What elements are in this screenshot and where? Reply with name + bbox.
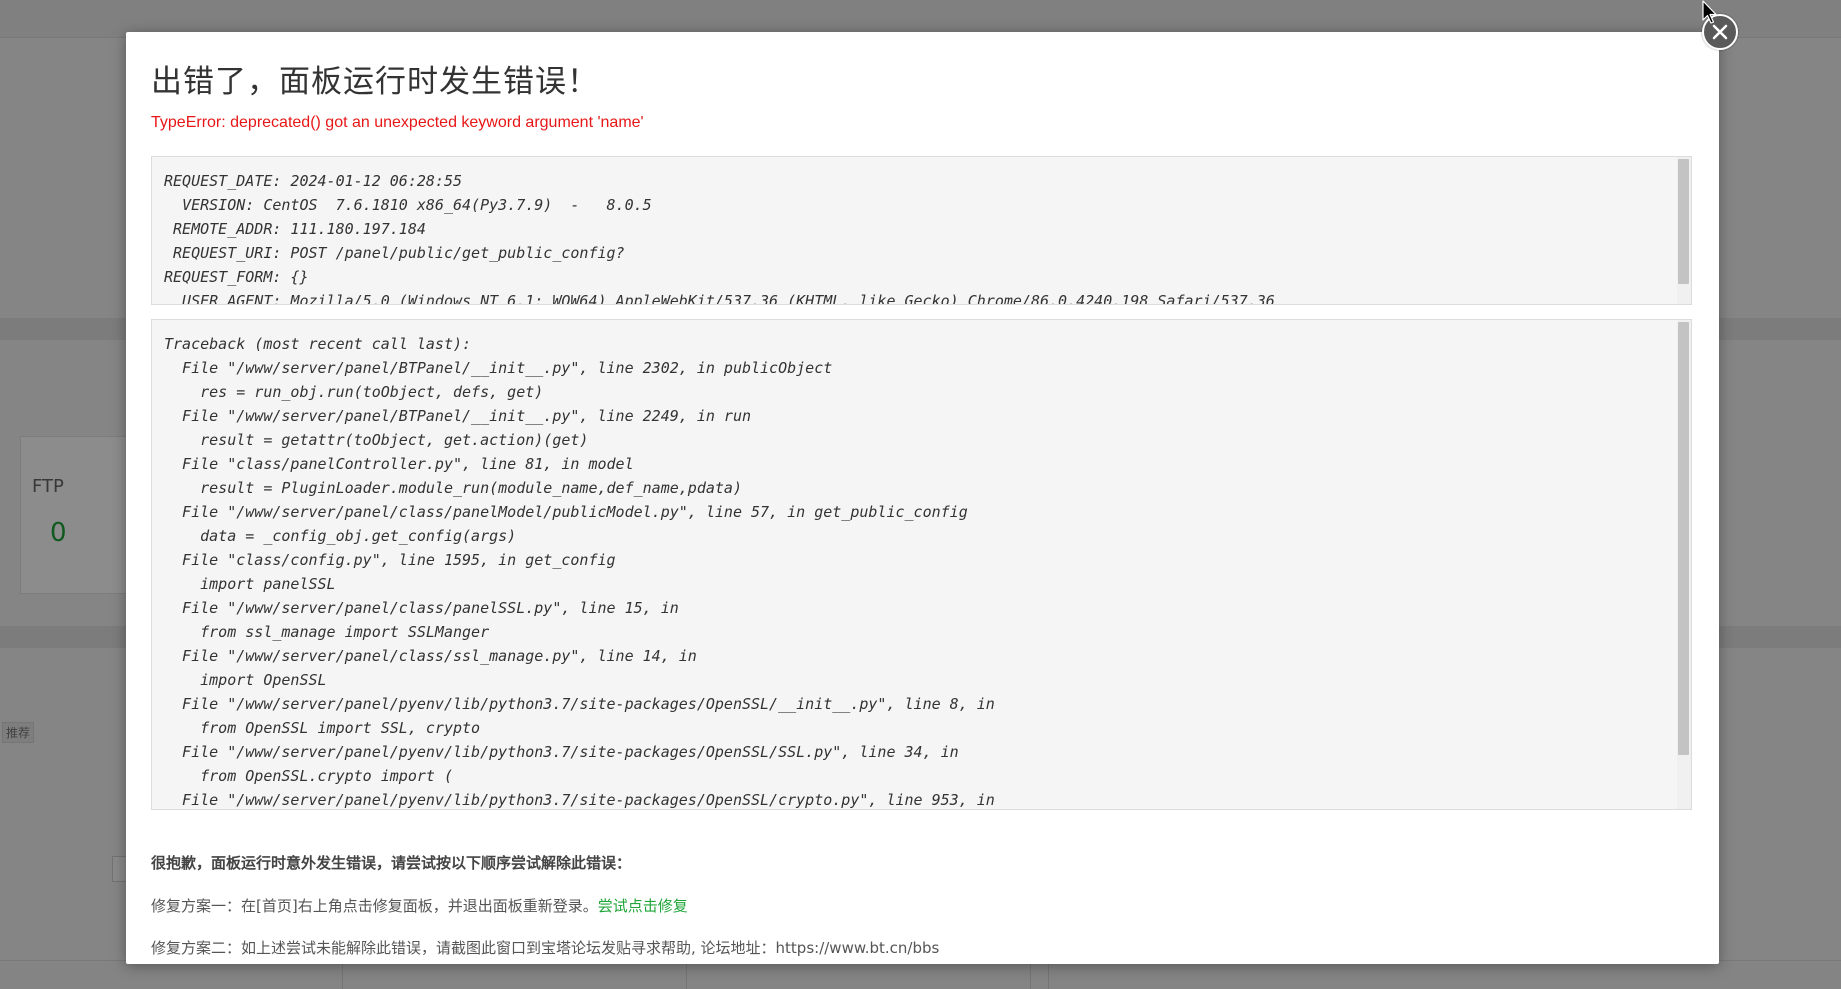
traceback-line: File "class/config.py", line 1595, in ge… — [164, 551, 616, 569]
request-info-line: REQUEST_DATE: 2024-01-12 06:28:55 — [164, 172, 463, 190]
traceback-line: File "/www/server/panel/class/ssl_manage… — [164, 647, 697, 665]
traceback-line: File "class/panelController.py", line 81… — [164, 455, 634, 473]
traceback-line: Traceback (most recent call last): — [164, 335, 472, 353]
traceback-line: File "/www/server/panel/class/panelSSL.p… — [164, 599, 679, 617]
apology-text: 很抱歉，面板运行时意外发生错误，请尝试按以下顺序尝试解除此错误： — [151, 854, 632, 872]
traceback-line: res = run_obj.run(toObject, defs, get) — [164, 383, 544, 401]
traceback-box[interactable]: Traceback (most recent call last): File … — [151, 319, 1692, 810]
traceback-line: import panelSSL — [164, 575, 336, 593]
request-info-line: REMOTE_ADDR: 111.180.197.184 — [164, 220, 426, 238]
mouse-cursor-icon — [1702, 0, 1717, 24]
fix-option-one-text: 修复方案一：在[首页]右上角点击修复面板，并退出面板重新登录。 — [151, 897, 598, 915]
request-info-scrollbar[interactable] — [1677, 157, 1691, 304]
request-info-line: VERSION: CentOS 7.6.1810 x86_64(Py3.7.9)… — [164, 196, 652, 214]
traceback-line: import OpenSSL — [164, 671, 327, 689]
traceback-line: File "/www/server/panel/pyenv/lib/python… — [164, 791, 995, 809]
traceback-scrollbar[interactable] — [1677, 320, 1691, 809]
fix-option-one: 修复方案一：在[首页]右上角点击修复面板，并退出面板重新登录。尝试点击修复 — [151, 895, 688, 916]
traceback-line: File "/www/server/panel/class/panelModel… — [164, 503, 968, 521]
traceback-line: result = getattr(toObject, get.action)(g… — [164, 431, 589, 449]
traceback-line: from ssl_manage import SSLManger — [164, 623, 490, 641]
request-info-box[interactable]: REQUEST_DATE: 2024-01-12 06:28:55 VERSIO… — [151, 156, 1692, 305]
traceback-line: data = _config_obj.get_config(args) — [164, 527, 517, 545]
traceback-line: from OpenSSL.crypto import ( — [164, 767, 453, 785]
traceback-line: File "/www/server/panel/pyenv/lib/python… — [164, 743, 959, 761]
request-info-line: USER_AGENT: Mozilla/5.0 (Windows NT 6.1;… — [164, 292, 1275, 305]
try-repair-link[interactable]: 尝试点击修复 — [598, 897, 688, 915]
traceback-line: result = PluginLoader.module_run(module_… — [164, 479, 742, 497]
error-message: TypeError: deprecated() got an unexpecte… — [151, 114, 644, 131]
traceback-line: File "/www/server/panel/BTPanel/__init__… — [164, 359, 833, 377]
request-info-line: REQUEST_URI: POST /panel/public/get_publ… — [164, 244, 625, 262]
request-info-scroll-thumb[interactable] — [1678, 159, 1689, 284]
traceback-line: File "/www/server/panel/pyenv/lib/python… — [164, 695, 995, 713]
traceback-scroll-thumb[interactable] — [1678, 322, 1689, 755]
error-dialog: 出错了，面板运行时发生错误！ TypeError: deprecated() g… — [126, 32, 1719, 964]
request-info-line: REQUEST_FORM: {} — [164, 268, 309, 286]
traceback-line: from OpenSSL import SSL, crypto — [164, 719, 481, 737]
request-info-lines: REQUEST_DATE: 2024-01-12 06:28:55 VERSIO… — [164, 169, 1669, 305]
traceback-lines: Traceback (most recent call last): File … — [164, 332, 1669, 809]
dialog-title: 出错了，面板运行时发生错误！ — [151, 64, 599, 100]
fix-option-two: 修复方案二：如上述尝试未能解除此错误，请截图此窗口到宝塔论坛发贴寻求帮助, 论坛… — [151, 939, 940, 957]
traceback-line: File "/www/server/panel/BTPanel/__init__… — [164, 407, 751, 425]
